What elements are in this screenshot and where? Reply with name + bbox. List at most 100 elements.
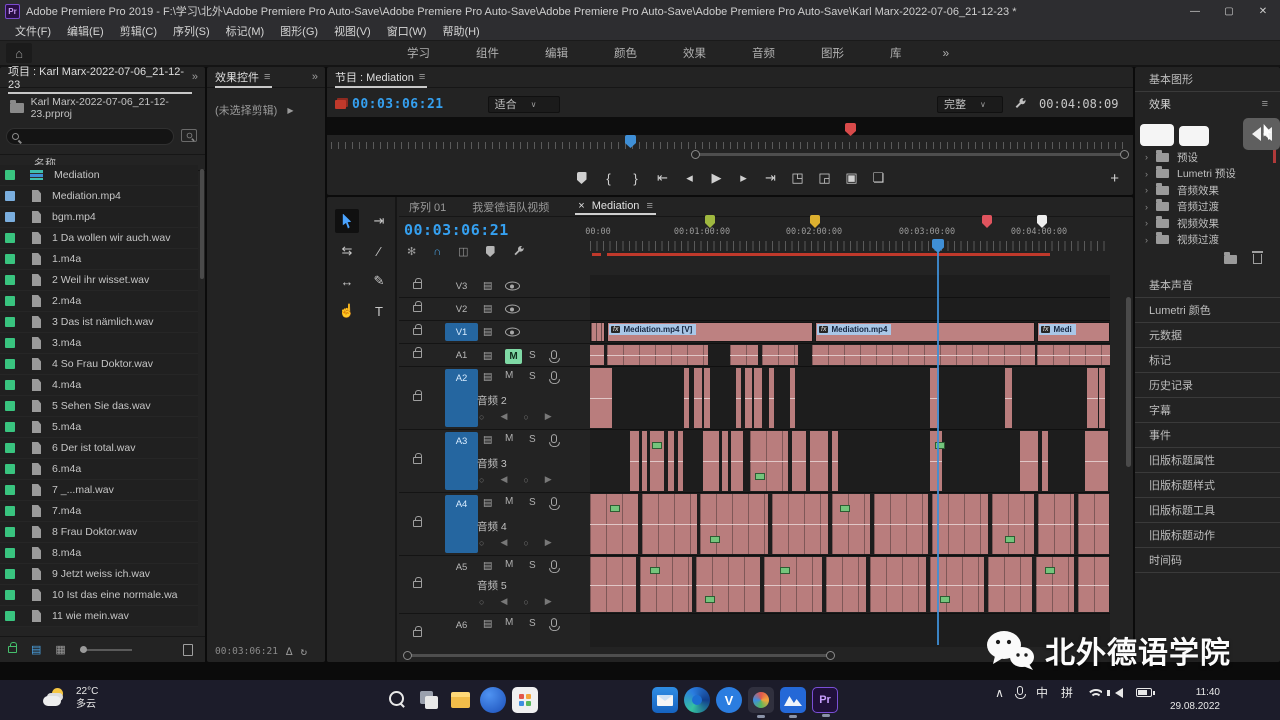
track-lock-icon[interactable] [413, 305, 422, 312]
track-lock-icon[interactable] [413, 457, 422, 464]
panel-essential-graphics[interactable]: 基本图形 [1135, 67, 1280, 92]
wifi-icon[interactable] [1086, 687, 1102, 699]
chevron-right-icon[interactable]: › [1145, 152, 1148, 162]
zoom-level-select[interactable]: 适合 ∨ [488, 96, 560, 113]
collapsed-panel-tab[interactable]: 标记 [1135, 348, 1280, 373]
slip-tool[interactable]: ↔ [335, 269, 359, 293]
taskbar-clock[interactable]: 11:40 29.08.2022 [1170, 686, 1220, 714]
menu-item[interactable]: 编辑(E) [60, 23, 111, 39]
panel-menu-icon[interactable]: ≡ [1262, 98, 1268, 110]
label-color-swatch[interactable] [5, 590, 15, 600]
search-options-icon[interactable] [181, 129, 197, 142]
icon-view-icon[interactable]: ▦ [55, 643, 65, 656]
mute-button[interactable]: M [505, 349, 522, 364]
solo-button[interactable]: S [529, 497, 536, 508]
project-item-row[interactable]: 1 Da wollen wir auch.wav [0, 228, 198, 249]
record-mic-icon[interactable] [551, 560, 557, 569]
program-tab[interactable]: 节目 : Mediation ≡ [335, 67, 427, 88]
project-item-row[interactable]: 5 Sehen Sie das.wav [0, 396, 198, 417]
project-item-row[interactable]: 7 _...mal.wav [0, 480, 198, 501]
scrollbar-knob[interactable] [691, 150, 700, 159]
effects-folder-row[interactable]: ›Lumetri 预设 [1135, 166, 1280, 183]
shield-button[interactable] [480, 687, 506, 713]
audio-clip-segment[interactable] [736, 368, 741, 428]
add-marker-button[interactable] [575, 172, 589, 184]
razor-tool[interactable]: ∕ [367, 239, 391, 263]
project-scrollbar[interactable] [200, 169, 204, 279]
menu-item[interactable]: 序列(S) [166, 23, 217, 39]
add-marker-icon[interactable] [486, 246, 495, 257]
project-item-row[interactable]: 10 Ist das eine normale.wa [0, 585, 198, 606]
chevron-right-icon[interactable]: › [1145, 169, 1148, 179]
audio-clip-segment[interactable] [590, 494, 638, 554]
tray-chevron-icon[interactable]: ∧ [995, 686, 1004, 700]
record-mic-icon[interactable] [551, 350, 557, 359]
snap-magnet-icon[interactable]: ∩ [433, 246, 441, 258]
go-to-in-button[interactable]: ⇤ [656, 170, 670, 186]
audio-clip-segment[interactable] [703, 431, 719, 491]
close-icon[interactable]: × [578, 200, 584, 212]
project-panel-overflow[interactable]: » [192, 71, 198, 83]
timeline-timecode[interactable]: 00:03:06:21 [404, 221, 509, 239]
prev-keyframe-icon[interactable]: ◀ [500, 411, 507, 422]
source-patch-icon[interactable]: ▤ [483, 435, 492, 446]
audio-clip-segment[interactable] [722, 431, 728, 491]
menu-item[interactable]: 窗口(W) [380, 23, 434, 39]
video-clip[interactable]: fxMedi [1037, 322, 1110, 342]
label-color-swatch[interactable] [5, 464, 15, 474]
project-item-row[interactable]: bgm.mp4 [0, 207, 198, 228]
audio-clip-segment[interactable] [678, 431, 683, 491]
track-lane[interactable] [590, 556, 1110, 614]
track-target-V2[interactable]: V2 [445, 300, 478, 318]
audio-clip-segment[interactable] [790, 368, 795, 428]
track-lock-icon[interactable] [413, 351, 422, 358]
project-tab[interactable]: 项目 : Karl Marx-2022-07-06_21-12-23 [8, 61, 192, 94]
label-color-swatch[interactable] [5, 422, 15, 432]
audio-clip-segment[interactable] [607, 345, 708, 365]
panel-menu-icon[interactable]: ≡ [264, 71, 270, 83]
audio-clip-segment[interactable] [1085, 431, 1108, 491]
source-patch-icon[interactable]: ▤ [483, 327, 492, 338]
expand-icon[interactable]: ▶ [287, 106, 293, 115]
mute-button[interactable]: M [505, 559, 513, 570]
step-back-button[interactable]: ◂ [683, 170, 697, 186]
record-mic-icon[interactable] [551, 618, 557, 627]
track-lane[interactable] [590, 493, 1110, 556]
audio-clip-segment[interactable] [932, 494, 988, 554]
source-patch-icon[interactable]: ▤ [483, 304, 492, 315]
mark-in-button[interactable]: { [602, 171, 616, 186]
refresh-icon[interactable]: ↻ [301, 645, 308, 658]
project-item-row[interactable]: Mediation [0, 165, 198, 186]
new-item-icon[interactable] [183, 644, 193, 656]
workspace-tab[interactable]: 组件 [453, 45, 522, 61]
add-keyframe-icon[interactable]: ○ [523, 597, 528, 607]
audio-clip-segment[interactable] [992, 494, 1034, 554]
audio-clip-segment[interactable] [870, 557, 926, 612]
workspace-tab[interactable]: 编辑 [522, 45, 591, 61]
project-item-row[interactable]: Mediation.mp4 [0, 186, 198, 207]
video-clip[interactable]: fxMediation.mp4 [815, 322, 1035, 342]
video-clip[interactable]: fxMediation.mp4 [V] [607, 322, 813, 342]
project-item-row[interactable]: 7.m4a [0, 501, 198, 522]
collapsed-panel-tab[interactable]: 元数据 [1135, 323, 1280, 348]
keyframe-circle-icon[interactable]: ○ [479, 412, 484, 422]
label-color-swatch[interactable] [5, 380, 15, 390]
microphone-icon[interactable] [1017, 686, 1023, 695]
label-color-swatch[interactable] [5, 548, 15, 558]
compare-view-button[interactable]: ❏ [872, 170, 886, 186]
label-color-swatch[interactable] [5, 401, 15, 411]
label-color-swatch[interactable] [5, 212, 15, 222]
type-tool[interactable]: T [367, 299, 391, 323]
project-item-row[interactable]: 2 Weil ihr wisset.wav [0, 270, 198, 291]
next-keyframe-icon[interactable]: ▶ [545, 411, 552, 422]
prev-keyframe-icon[interactable]: ◀ [500, 596, 507, 607]
timeline-tab-active[interactable]: ×Mediation≡ [575, 198, 656, 215]
audio-clip-segment[interactable] [731, 431, 743, 491]
menu-item[interactable]: 文件(F) [8, 23, 58, 39]
record-mic-icon[interactable] [551, 497, 557, 506]
audio-clip-segment[interactable] [694, 368, 702, 428]
track-lock-icon[interactable] [413, 520, 422, 527]
keyframe-circle-icon[interactable]: ○ [479, 538, 484, 548]
nested-sequence-icon[interactable]: ✻ [407, 245, 416, 258]
step-forward-button[interactable]: ▸ [737, 170, 751, 186]
